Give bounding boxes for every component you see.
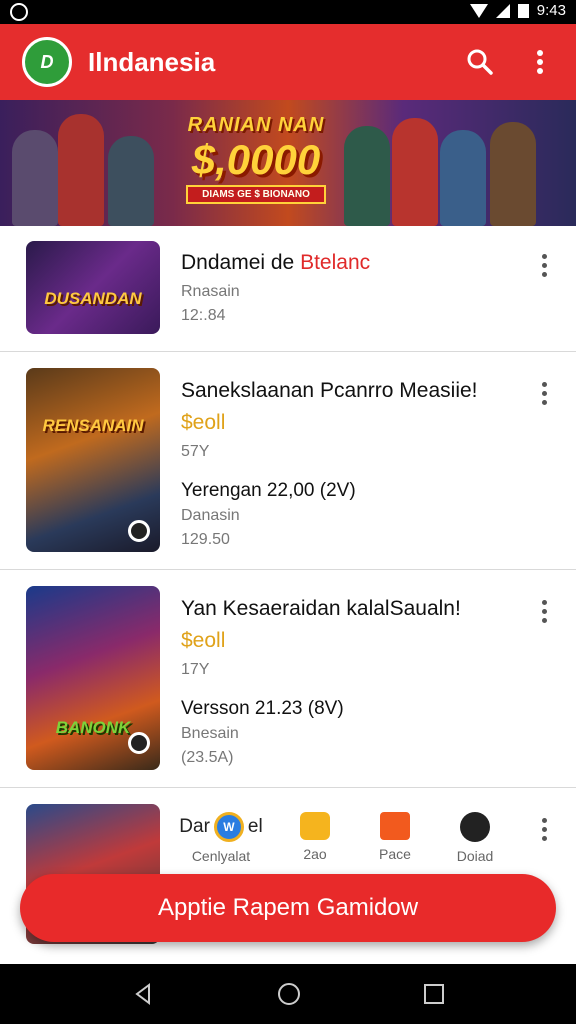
item-more-button[interactable] (534, 818, 554, 841)
banner-character (344, 126, 390, 226)
item-rating: 57Y (181, 443, 210, 460)
item-version: Versson 21.23 (8V) (181, 698, 344, 719)
item-title-highlight: Btelanc (300, 251, 371, 274)
shortcut-label: 2ao (303, 846, 327, 862)
logo-text: D (40, 51, 54, 72)
thumbnail-label: DUSANDAN (44, 289, 142, 308)
shortcut-item[interactable]: 2ao (275, 812, 355, 864)
item-size: 129.50 (181, 531, 230, 548)
item-price-text: $eoll (181, 411, 226, 434)
banner-amount: $,0000 (191, 136, 321, 183)
banner-headline: RANIAN NAN (187, 114, 325, 136)
status-time: 9:43 (536, 2, 566, 19)
item-title-text: Dndamei de (181, 251, 301, 274)
item-price: $eoll (181, 410, 516, 436)
home-icon[interactable] (276, 981, 302, 1007)
notification-icon (10, 3, 28, 21)
item-more-button[interactable] (534, 254, 554, 277)
banner-character (58, 114, 104, 226)
banner-character (108, 136, 154, 226)
promo-banner[interactable]: RANIAN NAN $,0000 DIAMS GE $ BIONANO (0, 100, 576, 226)
banner-character (440, 130, 486, 226)
item-size: 12:.84 (181, 307, 226, 324)
item-developer: Danasin (181, 507, 240, 524)
banner-character (12, 130, 58, 226)
award-icon: W (213, 812, 244, 842)
item-title: Sanekslaanan Pcanrro Measiie! (181, 379, 478, 402)
shortcut-item[interactable]: Dar W el Cenlyalat (179, 812, 263, 864)
app-title: Ilndanesia (88, 46, 216, 77)
recents-icon[interactable] (423, 983, 445, 1005)
list-item[interactable]: DUSANDAN Dndamei de Btelanc Rnasain 12:.… (0, 226, 576, 352)
item-more-button[interactable] (534, 600, 554, 623)
shortcut-label: Cenlyalat (191, 848, 251, 864)
list-item[interactable]: BANONK Yan Kesaeraidan kalalSaualn! $eol… (0, 570, 576, 788)
item-more-button[interactable] (534, 382, 554, 405)
overflow-menu-button[interactable] (516, 38, 564, 86)
shortcut-item[interactable]: Doiad (435, 812, 515, 864)
thumbnail-label: RENSANAIN (42, 416, 144, 435)
search-icon (467, 49, 493, 75)
game-list: DUSANDAN Dndamei de Btelanc Rnasain 12:.… (0, 226, 576, 948)
gamepad-icon (380, 812, 410, 840)
item-version: Yerengan 22,00 (2V) (181, 480, 356, 501)
shortcut-item[interactable]: Pace (355, 812, 435, 864)
item-title-short: Dar (179, 816, 210, 837)
app-bar: D Ilndanesia (0, 24, 576, 100)
list-item[interactable]: RENSANAIN Sanekslaanan Pcanrro Measiie! … (0, 352, 576, 570)
shortcut-label: Pace (379, 846, 411, 862)
app-logo[interactable]: D (22, 37, 72, 87)
primary-action-button[interactable]: Apptie Rapem Gamidow (20, 874, 556, 942)
item-title-tail: el (247, 816, 263, 837)
shortcut-label: Doiad (456, 848, 494, 864)
chat-icon (300, 812, 330, 840)
item-developer: Rnasain (181, 283, 240, 300)
item-price: $eoll (181, 628, 516, 654)
item-developer: Bnesain (181, 725, 239, 742)
crown-icon (460, 812, 490, 842)
item-title: Dndamei de Btelanc (181, 250, 516, 276)
battery-icon (517, 3, 529, 18)
item-rating: 17Y (181, 661, 210, 678)
back-icon[interactable] (131, 982, 155, 1006)
banner-tagline: DIAMS GE $ BIONANO (186, 185, 326, 204)
game-thumbnail: BANONK (26, 586, 160, 770)
game-thumbnail: RENSANAIN (26, 368, 160, 552)
badge-icon (128, 520, 150, 542)
badge-icon (128, 732, 150, 754)
status-bar: 9:43 (0, 0, 576, 24)
wifi-icon (469, 3, 488, 18)
game-thumbnail: DUSANDAN (26, 241, 160, 334)
item-title: Yan Kesaeraidan kalalSaualn! (181, 597, 461, 620)
search-button[interactable] (456, 38, 504, 86)
banner-character (392, 118, 438, 226)
system-nav-bar (0, 964, 576, 1024)
signal-icon (495, 3, 510, 18)
item-size: (23.5A) (181, 749, 234, 766)
item-price-text: $eoll (181, 629, 226, 652)
more-vert-icon (537, 50, 543, 74)
banner-character (490, 122, 536, 226)
